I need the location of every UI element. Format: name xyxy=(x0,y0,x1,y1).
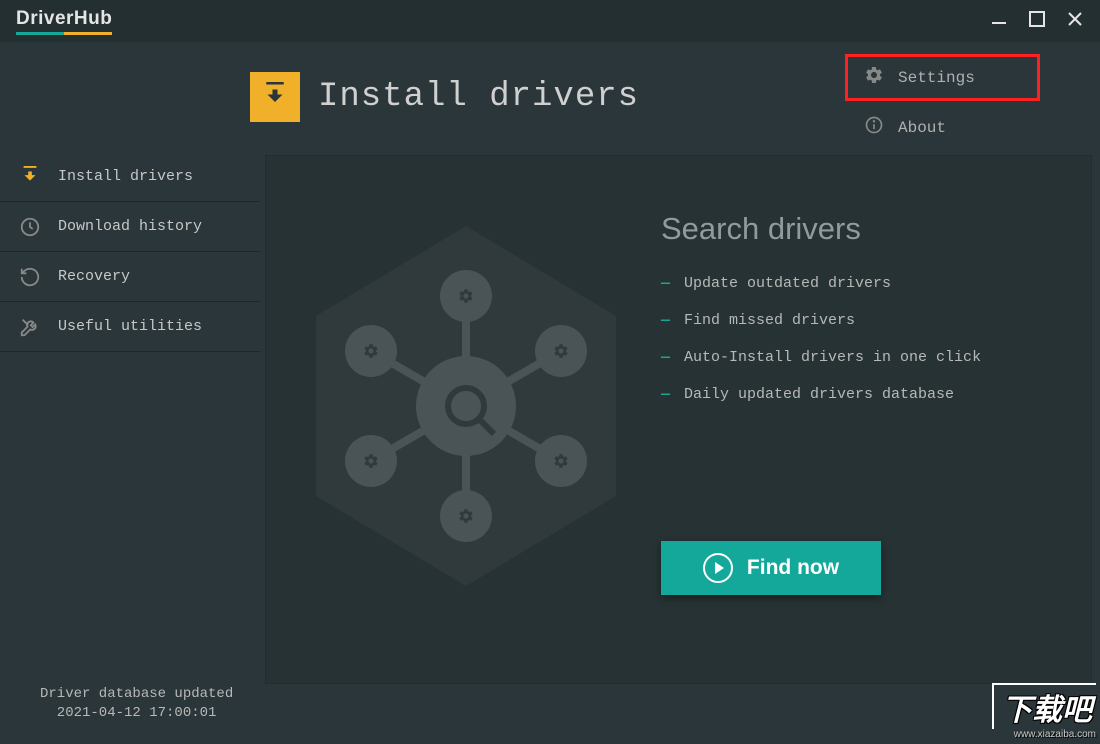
watermark: 下载吧 www.xiazaiba.com xyxy=(992,683,1096,740)
settings-label: Settings xyxy=(898,69,975,87)
feature-item: Update outdated drivers xyxy=(661,275,1061,292)
header-menu: Settings About xyxy=(845,54,1040,148)
watermark-text: 下载吧 xyxy=(992,683,1096,729)
sidebar: Install drivers Download history Recover… xyxy=(0,152,260,352)
find-now-label: Find now xyxy=(747,556,839,580)
feature-item: Daily updated drivers database xyxy=(661,386,1061,403)
titlebar: DriverHub xyxy=(0,0,1100,42)
clock-icon xyxy=(18,215,42,239)
feature-list: Update outdated drivers Find missed driv… xyxy=(661,275,1061,403)
play-icon xyxy=(703,553,733,583)
feature-item: Find missed drivers xyxy=(661,312,1061,329)
gear-icon xyxy=(864,65,884,90)
about-button[interactable]: About xyxy=(845,107,1040,148)
search-title: Search drivers xyxy=(661,211,1061,247)
page-title-block: Install drivers xyxy=(250,72,639,122)
footer-line2: 2021-04-12 17:00:01 xyxy=(40,704,233,724)
watermark-url: www.xiazaiba.com xyxy=(992,729,1096,740)
maximize-button[interactable] xyxy=(1028,10,1046,33)
sidebar-item-utilities[interactable]: Useful utilities xyxy=(0,302,260,352)
settings-button[interactable]: Settings xyxy=(845,54,1040,101)
close-button[interactable] xyxy=(1066,10,1084,33)
header: Install drivers Settings About xyxy=(0,42,1100,152)
install-drivers-icon xyxy=(250,72,300,122)
feature-text: Find missed drivers xyxy=(684,312,855,329)
find-now-button[interactable]: Find now xyxy=(661,541,881,595)
driver-network-graphic xyxy=(276,166,656,626)
feature-item: Auto-Install drivers in one click xyxy=(661,349,1061,366)
sidebar-item-download-history[interactable]: Download history xyxy=(0,202,260,252)
sidebar-item-recovery[interactable]: Recovery xyxy=(0,252,260,302)
feature-text: Daily updated drivers database xyxy=(684,386,954,403)
install-drivers-icon xyxy=(18,165,42,189)
window-controls xyxy=(990,10,1084,33)
search-section: Search drivers Update outdated drivers F… xyxy=(661,211,1061,403)
app-logo: DriverHub xyxy=(16,8,112,35)
tools-icon xyxy=(18,315,42,339)
minimize-button[interactable] xyxy=(990,10,1008,33)
main-panel: Search drivers Update outdated drivers F… xyxy=(265,155,1092,684)
sidebar-item-label: Useful utilities xyxy=(58,318,202,335)
info-icon xyxy=(864,115,884,140)
page-title: Install drivers xyxy=(318,78,639,116)
sidebar-item-install-drivers[interactable]: Install drivers xyxy=(0,152,260,202)
sidebar-item-label: Install drivers xyxy=(58,168,193,185)
logo-underline xyxy=(16,32,112,35)
sidebar-item-label: Recovery xyxy=(58,268,130,285)
sidebar-item-label: Download history xyxy=(58,218,202,235)
footer-status: Driver database updated 2021-04-12 17:00… xyxy=(40,685,233,724)
app-name: DriverHub xyxy=(16,8,112,30)
footer-line1: Driver database updated xyxy=(40,685,233,705)
about-label: About xyxy=(898,119,946,137)
feature-text: Auto-Install drivers in one click xyxy=(684,349,981,366)
feature-text: Update outdated drivers xyxy=(684,275,891,292)
recovery-icon xyxy=(18,265,42,289)
